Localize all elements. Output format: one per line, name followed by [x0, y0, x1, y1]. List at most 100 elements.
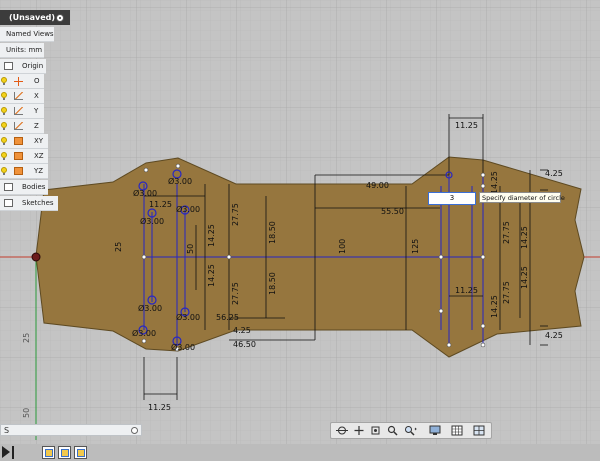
origin-item-label: XY — [34, 137, 44, 145]
visibility-bulb-icon[interactable] — [1, 167, 7, 175]
visibility-bulb-icon[interactable] — [1, 122, 7, 130]
origin-item-xz[interactable]: XZ — [0, 149, 48, 164]
dim-text: 11.25 — [455, 286, 478, 295]
folder-icon — [4, 183, 13, 191]
origin-item-label: XZ — [34, 152, 44, 160]
dim-text: 14.25 — [520, 266, 529, 289]
comments-toggle-icon[interactable] — [131, 427, 138, 434]
orbit-icon[interactable] — [335, 425, 349, 436]
comments-bar[interactable]: S — [0, 424, 142, 436]
look-at-icon[interactable] — [369, 425, 383, 436]
origin-item-xy[interactable]: XY — [0, 134, 48, 149]
units-label: Units: mm — [6, 46, 43, 54]
visibility-bulb-icon[interactable] — [1, 92, 7, 100]
sketches-node[interactable]: Sketches — [0, 196, 58, 211]
dim-text: 11.25 — [149, 200, 172, 209]
grid-settings-icon[interactable] — [451, 425, 465, 436]
sketch-feature-icon[interactable] — [74, 446, 87, 459]
origin-item-label: Y — [34, 107, 39, 115]
ruler-label: 25 — [22, 333, 31, 343]
dim-text: Ø3.00 — [176, 312, 200, 322]
ruler-label: 50 — [22, 408, 31, 418]
document-settings-icon[interactable] — [56, 14, 64, 22]
origin-point-icon — [14, 77, 23, 86]
sketch-feature-icon[interactable] — [58, 446, 71, 459]
bodies-node[interactable]: Bodies — [0, 180, 48, 195]
dim-text: 56.25 — [216, 313, 239, 322]
named-views-node[interactable]: Named Views — [0, 27, 54, 42]
dim-text: 14.25 — [207, 264, 216, 287]
dim-text: Ø3.00 — [176, 204, 200, 214]
dim-text: Ø3.00 — [140, 216, 164, 226]
comments-label: S — [4, 426, 10, 435]
origin-item-label: Z — [34, 122, 39, 130]
plane-icon — [14, 152, 23, 160]
dim-text: 18.50 — [268, 272, 277, 295]
dim-text: 11.25 — [148, 403, 171, 412]
dim-text: Ø3.00 — [138, 303, 162, 313]
dim-text: 11.25 — [455, 121, 478, 130]
origin-item-label: X — [34, 92, 39, 100]
origin-node[interactable]: Origin — [0, 59, 46, 74]
plane-icon — [14, 167, 23, 175]
dim-text: 4.25 — [545, 169, 563, 178]
dim-text: 4.25 — [545, 331, 563, 340]
dim-text: 14.25 — [490, 295, 499, 318]
origin-item-x[interactable]: X — [0, 89, 44, 104]
axis-icon — [14, 107, 23, 115]
units-node[interactable]: Units: mm — [0, 43, 44, 58]
folder-icon — [4, 62, 13, 70]
dim-text: 49.00 — [366, 181, 389, 190]
navigation-bar — [330, 422, 492, 439]
dim-text: 27.75 — [231, 282, 240, 305]
visibility-bulb-icon[interactable] — [1, 137, 7, 145]
timeline-bar — [0, 444, 600, 461]
dim-text: 27.75 — [502, 281, 511, 304]
plane-icon — [14, 137, 23, 145]
dim-text: 14.25 — [207, 224, 216, 247]
visibility-bulb-icon[interactable] — [1, 77, 7, 85]
visibility-bulb-icon[interactable] — [1, 107, 7, 115]
display-settings-icon[interactable] — [429, 425, 443, 436]
dim-text: 100 — [338, 239, 347, 254]
origin-item-z[interactable]: Z — [0, 119, 44, 134]
timeline-marker-icon[interactable] — [12, 446, 14, 459]
origin-item-label: YZ — [34, 167, 44, 175]
origin-item-y[interactable]: Y — [0, 104, 44, 119]
dim-text: 27.75 — [231, 203, 240, 226]
named-views-label: Named Views — [6, 30, 54, 38]
pan-icon[interactable] — [352, 425, 366, 436]
dim-text: 27.75 — [502, 221, 511, 244]
origin-item-o[interactable]: O — [0, 74, 44, 89]
dim-text: Ø3.00 — [171, 342, 195, 352]
zoom-window-icon[interactable] — [403, 425, 417, 436]
sketches-label: Sketches — [22, 199, 54, 207]
dim-text: 46.50 — [233, 340, 256, 349]
diameter-tooltip: Specify diameter of circle — [479, 192, 565, 203]
play-icon[interactable] — [2, 446, 10, 458]
bodies-label: Bodies — [22, 183, 46, 191]
axis-icon — [14, 122, 23, 130]
dim-text: Ø3.00 — [168, 176, 192, 186]
dim-text: 55.50 — [381, 207, 404, 216]
viewports-icon[interactable] — [473, 425, 487, 436]
dim-text: Ø3.00 — [133, 188, 157, 198]
sketch-feature-icon[interactable] — [42, 446, 55, 459]
dim-text: 4.25 — [233, 326, 251, 335]
dim-text: 25 — [114, 242, 123, 252]
dim-text: Ø3.00 — [132, 328, 156, 338]
dim-text: 14.25 — [520, 226, 529, 249]
folder-icon — [4, 199, 13, 207]
origin-item-label: O — [34, 77, 40, 85]
origin-label: Origin — [22, 62, 44, 70]
dim-text: 125 — [411, 239, 420, 254]
dim-text: 18.50 — [268, 221, 277, 244]
axis-icon — [14, 92, 23, 100]
origin-point[interactable] — [31, 252, 41, 262]
visibility-bulb-icon[interactable] — [1, 152, 7, 160]
origin-item-yz[interactable]: YZ — [0, 164, 48, 179]
diameter-input[interactable]: 3 — [428, 192, 476, 205]
zoom-icon[interactable] — [386, 425, 400, 436]
dim-text: 14.25 — [490, 171, 499, 194]
sketch-canvas[interactable]: Ø3.00 Ø3.00 Ø3.00 Ø3.00 Ø3.00 Ø3.00 Ø3.0… — [0, 0, 600, 461]
